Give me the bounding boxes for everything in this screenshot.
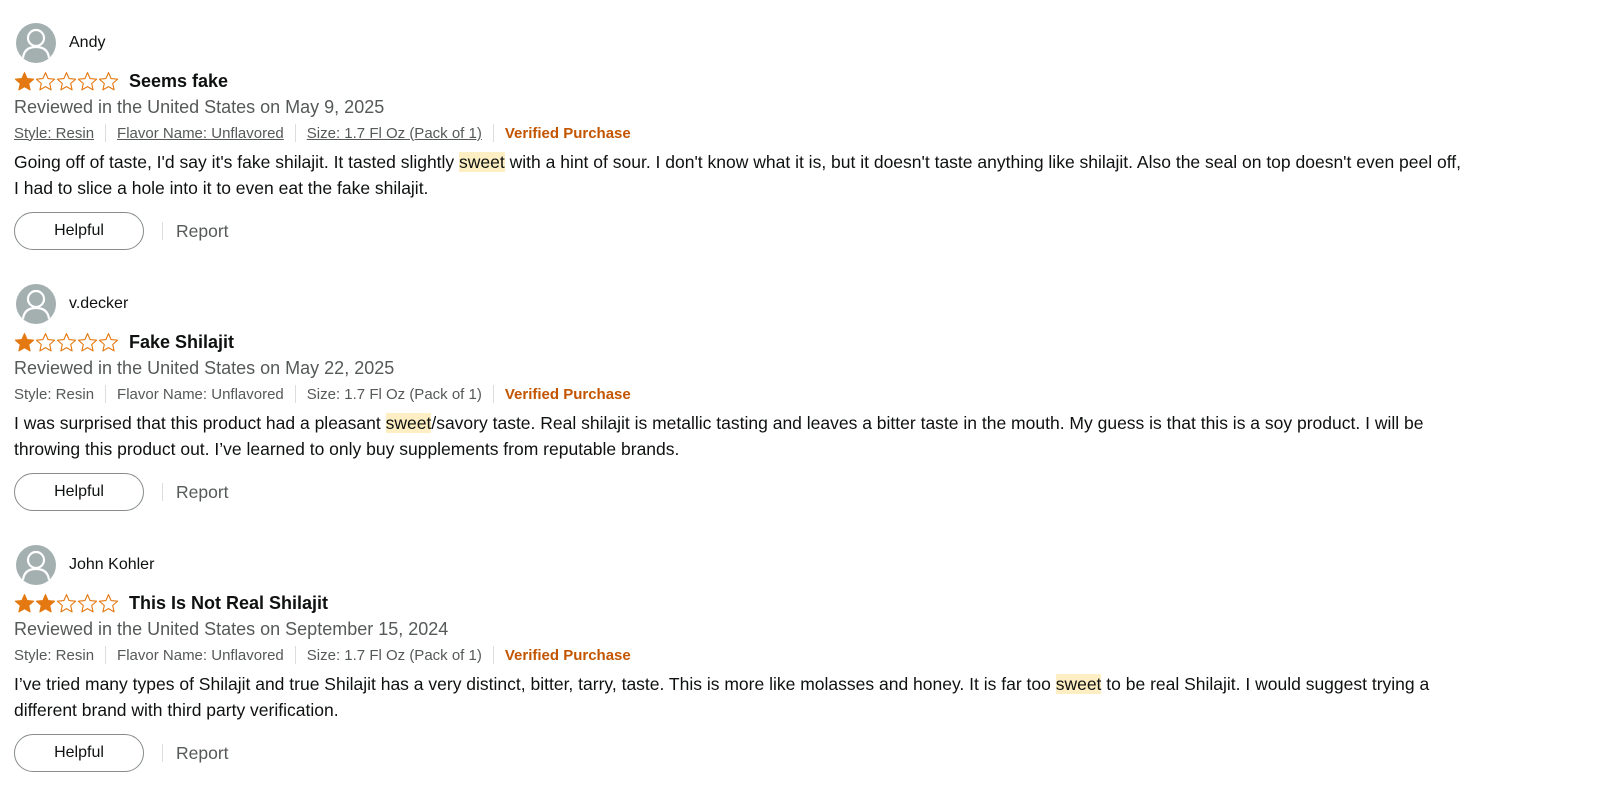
review-body: Going off of taste, I'd say it's fake sh…: [14, 150, 1464, 201]
divider: [105, 124, 107, 142]
review-variants: Style: Resin Flavor Name: Unflavored Siz…: [14, 645, 631, 665]
review-text: I was surprised that this product had a …: [14, 413, 386, 433]
variant-flavor: Flavor Name: Unflavored: [117, 646, 284, 664]
reviewer-name: v.decker: [69, 295, 129, 312]
star-filled-icon: [14, 71, 35, 92]
review-title-row: This Is Not Real Shilajit: [14, 591, 328, 615]
divider: [294, 646, 296, 664]
review: v.decker Fake Shilajit Reviewed in the U…: [14, 281, 1514, 541]
star-empty-icon: [56, 332, 77, 353]
search-term-highlight: sweet: [1055, 674, 1102, 694]
variant-style: Style: Resin: [14, 385, 95, 403]
helpful-button[interactable]: Helpful: [14, 734, 144, 772]
star-empty-icon: [98, 71, 119, 92]
verified-purchase-badge: Verified Purchase: [504, 124, 631, 142]
star-rating[interactable]: [14, 331, 119, 353]
reviewer-name: Andy: [69, 34, 106, 51]
star-empty-icon: [35, 332, 56, 353]
review-date: Reviewed in the United States on May 22,…: [14, 358, 395, 378]
divider: [294, 385, 296, 403]
divider: [162, 222, 163, 240]
divider: [492, 385, 494, 403]
star-empty-icon: [56, 593, 77, 614]
star-rating[interactable]: [14, 70, 119, 92]
verified-purchase-badge: Verified Purchase: [504, 646, 631, 664]
variant-flavor: Flavor Name: Unflavored: [117, 385, 284, 403]
divider: [492, 124, 494, 142]
helpful-button[interactable]: Helpful: [14, 212, 144, 250]
star-empty-icon: [77, 593, 98, 614]
divider: [105, 385, 107, 403]
star-empty-icon: [98, 593, 119, 614]
review-title[interactable]: Fake Shilajit: [129, 332, 234, 353]
star-empty-icon: [35, 71, 56, 92]
search-term-highlight: sweet: [459, 152, 505, 172]
review-actions: Helpful Report: [14, 733, 229, 773]
report-link[interactable]: Report: [176, 482, 229, 503]
divider: [162, 744, 163, 762]
divider: [492, 646, 494, 664]
review-variants: Style: Resin Flavor Name: Unflavored Siz…: [14, 123, 631, 143]
avatar-icon: [16, 545, 56, 585]
review-actions: Helpful Report: [14, 211, 229, 251]
helpful-button[interactable]: Helpful: [14, 473, 144, 511]
review-title[interactable]: This Is Not Real Shilajit: [129, 593, 328, 614]
star-empty-icon: [77, 332, 98, 353]
report-link[interactable]: Report: [176, 221, 229, 242]
variant-size-link[interactable]: Size: 1.7 Fl Oz (Pack of 1): [307, 125, 482, 142]
avatar-icon: [16, 23, 56, 63]
variant-flavor-link[interactable]: Flavor Name: Unflavored: [117, 125, 284, 142]
variant-style-link[interactable]: Style: Resin: [14, 125, 94, 142]
report-link[interactable]: Report: [176, 743, 229, 764]
star-rating[interactable]: [14, 592, 119, 614]
review-title-row: Seems fake: [14, 69, 228, 93]
verified-purchase-badge: Verified Purchase: [504, 385, 631, 403]
variant-size: Size: 1.7 Fl Oz (Pack of 1): [306, 646, 482, 664]
review-date: Reviewed in the United States on May 9, …: [14, 97, 385, 117]
star-filled-icon: [35, 593, 56, 614]
reviewer-name: John Kohler: [69, 556, 155, 573]
reviews-list: Andy Seems fake Reviewed in the United S…: [0, 0, 1600, 803]
star-empty-icon: [56, 71, 77, 92]
divider: [294, 124, 296, 142]
divider: [105, 646, 107, 664]
reviewer-profile[interactable]: John Kohler: [16, 545, 154, 585]
review-text: Going off of taste, I'd say it's fake sh…: [14, 152, 460, 172]
avatar-icon: [16, 284, 56, 324]
variant-style: Style: Resin: [14, 646, 95, 664]
divider: [162, 483, 163, 501]
variant-size: Size: 1.7 Fl Oz (Pack of 1): [306, 385, 482, 403]
review-title-row: Fake Shilajit: [14, 330, 234, 354]
review: John Kohler This Is Not Real Shilajit Re…: [14, 542, 1514, 802]
review-date: Reviewed in the United States on Septemb…: [14, 619, 449, 639]
review-title[interactable]: Seems fake: [129, 71, 228, 92]
review-variants: Style: Resin Flavor Name: Unflavored Siz…: [14, 384, 631, 404]
review-text: I’ve tried many types of Shilajit and tr…: [14, 674, 1056, 694]
star-empty-icon: [98, 332, 119, 353]
review-body: I was surprised that this product had a …: [14, 411, 1464, 462]
star-filled-icon: [14, 332, 35, 353]
search-term-highlight: sweet: [385, 413, 432, 433]
star-filled-icon: [14, 593, 35, 614]
review-body: I’ve tried many types of Shilajit and tr…: [14, 672, 1464, 723]
review: Andy Seems fake Reviewed in the United S…: [14, 20, 1514, 280]
reviewer-profile[interactable]: Andy: [16, 23, 105, 63]
review-actions: Helpful Report: [14, 472, 229, 512]
reviewer-profile[interactable]: v.decker: [16, 284, 128, 324]
star-empty-icon: [77, 71, 98, 92]
